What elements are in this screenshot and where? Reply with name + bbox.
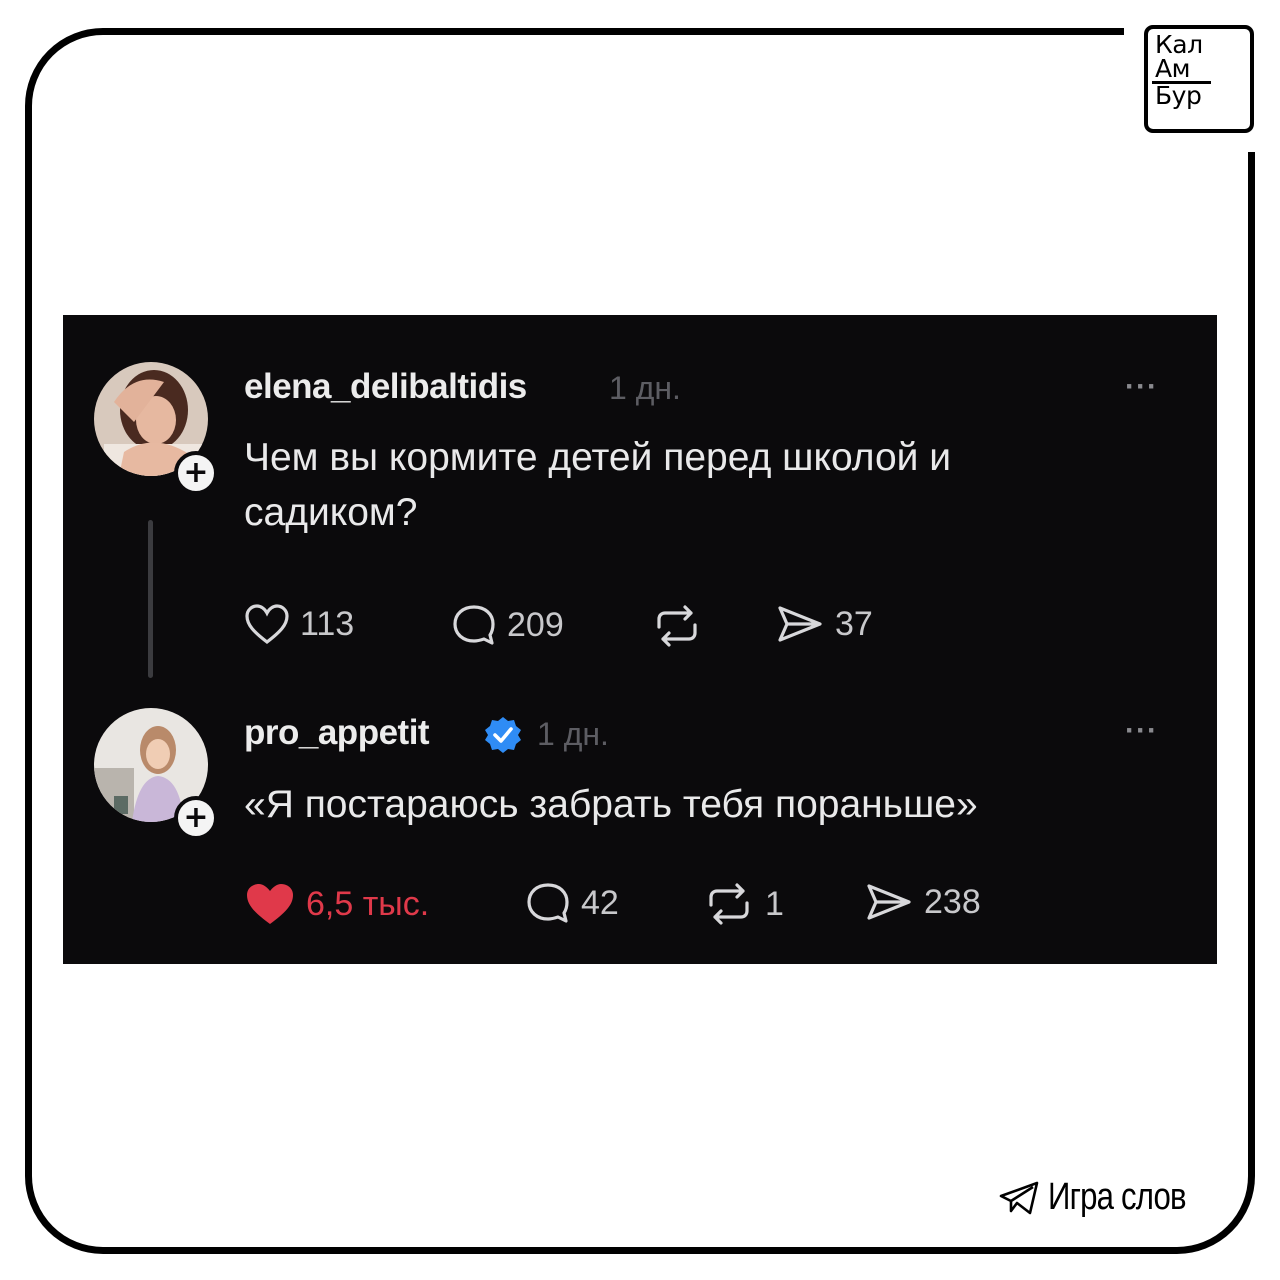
more-dots-icon[interactable]: ··· (1125, 372, 1158, 402)
post-text: «Я постараюсь забрать тебя пораньше» (244, 783, 978, 826)
repost-icon (657, 605, 697, 647)
follow-button[interactable]: + (174, 796, 218, 840)
repost-count: 1 (765, 884, 784, 923)
footer-label: Игра слов (1048, 1176, 1187, 1218)
comment-bubble-icon (453, 605, 495, 645)
repost-action[interactable] (651, 605, 713, 647)
logo-line-2: Ам (1155, 54, 1190, 83)
send-icon (778, 606, 822, 642)
like-action[interactable]: 113 (244, 603, 354, 645)
send-icon (867, 884, 911, 920)
post-username[interactable]: pro_appetit (244, 713, 430, 753)
comment-count: 209 (507, 605, 564, 644)
telegram-plane-icon (999, 1181, 1039, 1214)
post-username[interactable]: elena_delibaltidis (244, 367, 527, 407)
follow-button[interactable]: + (174, 451, 218, 495)
share-count: 238 (924, 882, 981, 921)
heart-icon (245, 604, 289, 645)
comment-action[interactable]: 42 (525, 881, 619, 925)
comment-count: 42 (581, 883, 619, 922)
post-time: 1 дн. (609, 370, 681, 406)
post-text: Чем вы кормите детей перед школой и сади… (244, 436, 952, 534)
verified-badge-icon (485, 717, 521, 753)
share-action[interactable]: 238 (864, 881, 981, 923)
share-count: 37 (835, 604, 873, 643)
logo-line-3: Бур (1152, 81, 1211, 108)
thread-line (148, 520, 153, 678)
heart-icon (247, 884, 293, 924)
like-count: 113 (300, 604, 355, 643)
comment-action[interactable]: 209 (451, 603, 564, 647)
like-count: 6,5 тыс. (306, 884, 430, 923)
comment-bubble-icon (527, 883, 569, 923)
repost-action[interactable]: 1 (703, 883, 784, 925)
share-action[interactable]: 37 (775, 603, 873, 645)
like-action[interactable]: 6,5 тыс. (244, 881, 429, 927)
repost-icon (709, 883, 749, 925)
footer-channel[interactable]: Игра слов (998, 1176, 1216, 1219)
brand-logo: Кал Ам Бур (1144, 25, 1254, 133)
more-dots-icon[interactable]: ··· (1125, 716, 1158, 746)
post-screenshot: + elena_delibaltidis 1 дн. ··· Чем вы ко… (63, 315, 1217, 964)
post-time: 1 дн. (537, 716, 609, 752)
